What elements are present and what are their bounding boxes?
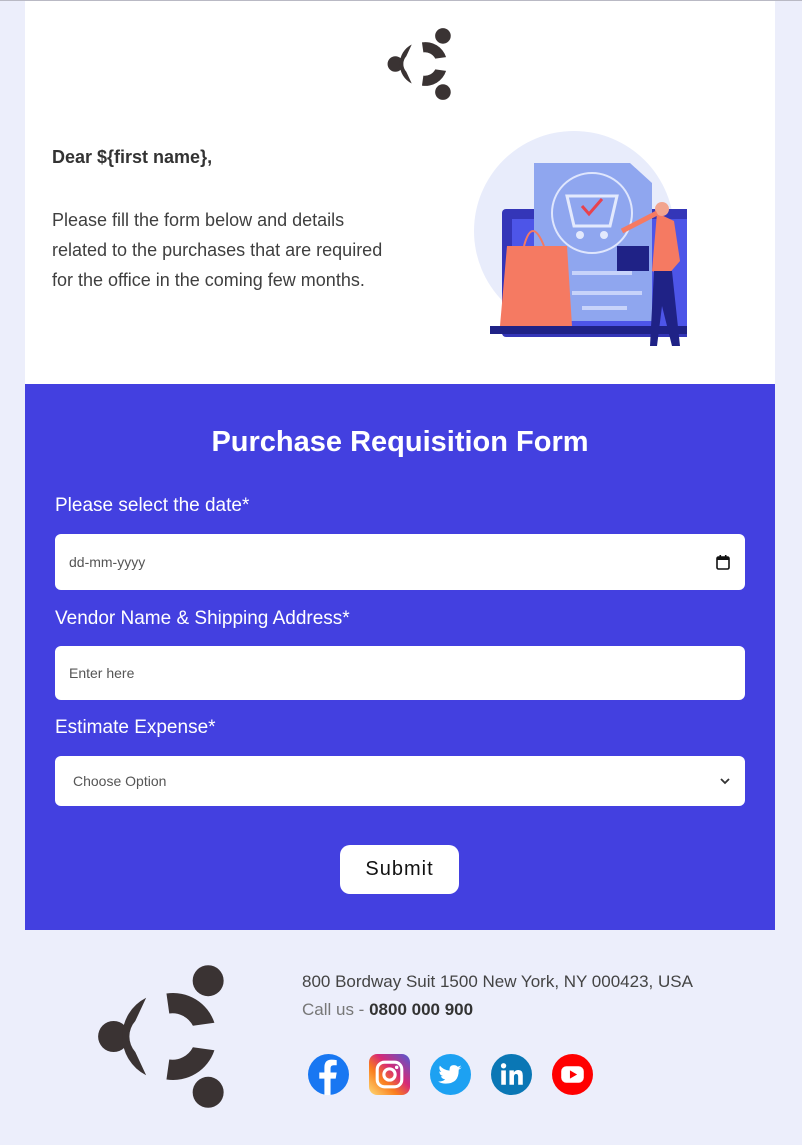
ubuntu-style-logo-icon (387, 28, 451, 100)
vendor-label: Vendor Name & Shipping Address* (55, 608, 350, 629)
form-title: Purchase Requisition Form (211, 426, 589, 458)
twitter-icon[interactable] (430, 1054, 471, 1095)
call-label: Call us - (302, 1000, 370, 1019)
greeting: Dear ${first name}, (52, 147, 213, 167)
calendar-icon[interactable] (715, 554, 731, 570)
shopping-cart-checkout-illustration (474, 131, 687, 346)
chevron-down-icon[interactable] (719, 776, 731, 786)
date-input[interactable]: dd-mm-yyyy (55, 534, 745, 590)
email-header-card: Dear ${first name}, Please fill the form… (25, 1, 775, 384)
requisition-form: Purchase Requisition Form Please select … (25, 384, 775, 930)
vendor-address-input[interactable]: Enter here (55, 646, 745, 700)
company-address: 800 Bordway Suit 1500 New York, NY 00042… (302, 972, 693, 991)
submit-button[interactable]: Submit (340, 845, 459, 894)
social-links (308, 1054, 593, 1095)
phone-number[interactable]: 0800 000 900 (369, 1000, 473, 1019)
date-label: Please select the date* (55, 495, 250, 516)
expense-selected: Choose Option (73, 773, 167, 789)
linkedin-icon[interactable] (491, 1054, 532, 1095)
instagram-icon[interactable] (369, 1054, 410, 1095)
call-us: Call us - 0800 000 900 (302, 1000, 473, 1020)
expense-label: Estimate Expense* (55, 717, 216, 738)
vendor-placeholder: Enter here (69, 665, 135, 681)
intro-text: Please fill the form below and details r… (52, 210, 383, 290)
facebook-icon[interactable] (308, 1054, 349, 1095)
date-placeholder: dd-mm-yyyy (69, 554, 146, 570)
expense-select[interactable]: Choose Option (55, 756, 745, 806)
youtube-icon[interactable] (552, 1054, 593, 1095)
footer-logo-icon (98, 965, 224, 1108)
